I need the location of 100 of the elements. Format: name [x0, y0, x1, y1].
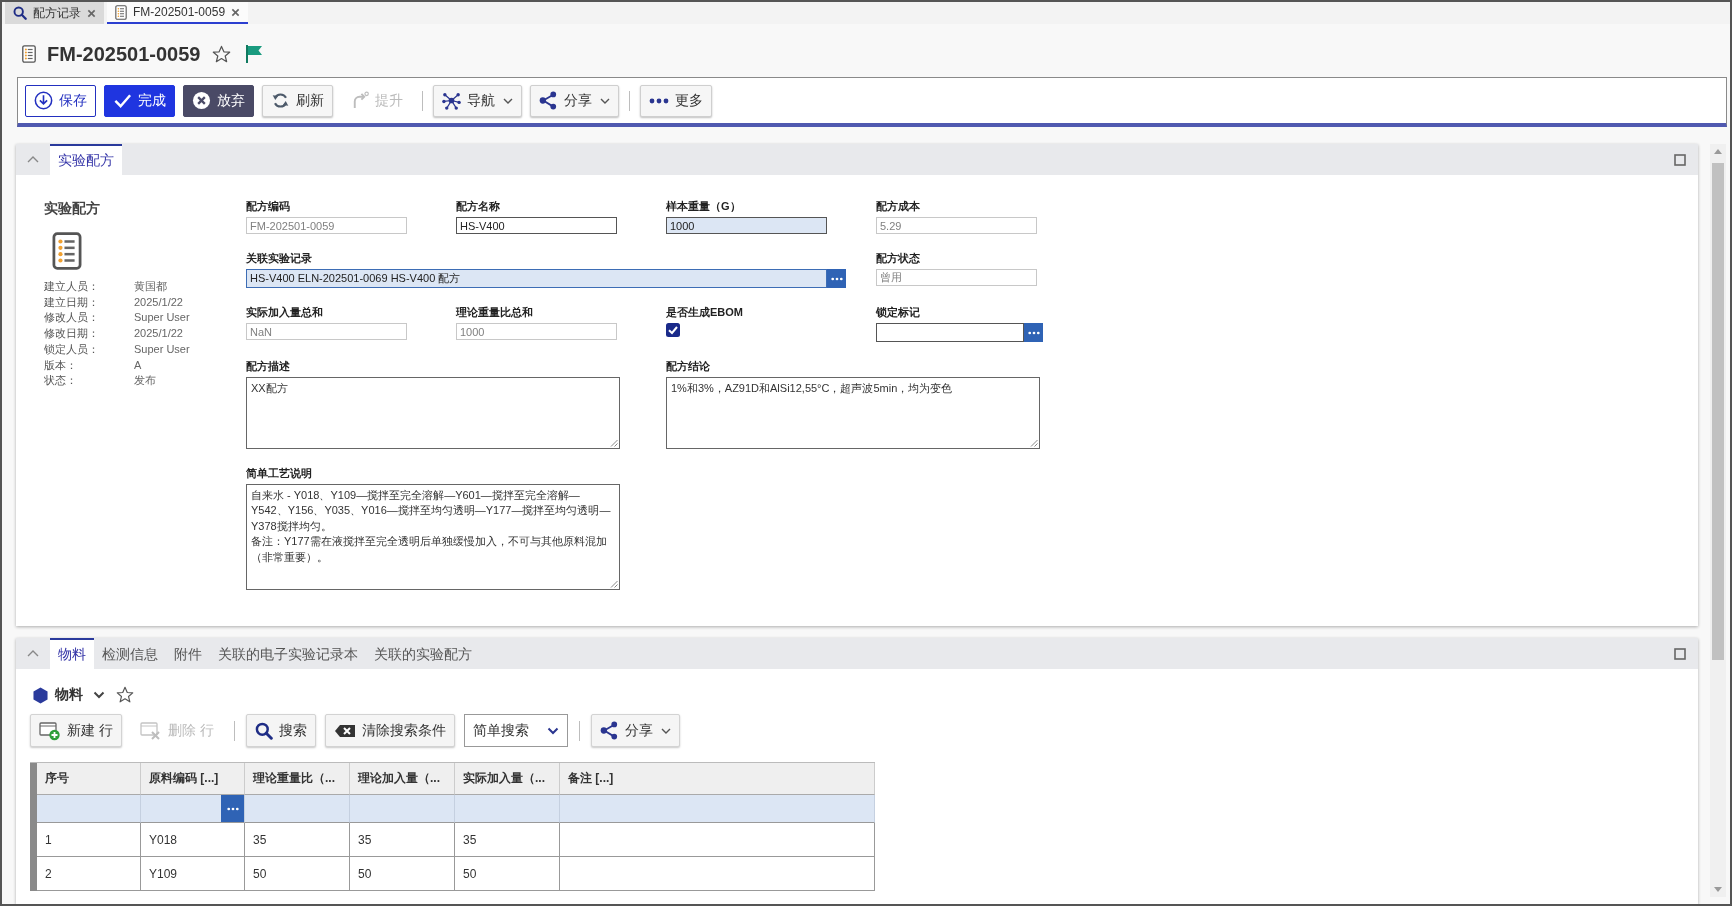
- table-cell: 50: [245, 857, 350, 892]
- textarea-field[interactable]: 1%和3%，AZ91D和AlSi12,55°C，超声波5min，均为变色: [666, 377, 1040, 449]
- lookup-button[interactable]: [221, 795, 244, 823]
- search-icon: [254, 721, 273, 740]
- column-header[interactable]: 备注 [...]: [560, 763, 875, 796]
- toolbar-button[interactable]: 分享: [530, 84, 619, 117]
- resize-grip-icon[interactable]: [609, 579, 618, 589]
- toolbar-button[interactable]: 更多: [640, 84, 712, 117]
- column-header[interactable]: 理论重量比（...: [245, 763, 350, 796]
- panel-tab[interactable]: 关联的实验配方: [366, 638, 480, 670]
- meta-label: 状态：: [44, 373, 78, 389]
- meta-label: 版本：: [44, 357, 78, 373]
- close-icon[interactable]: [231, 7, 241, 17]
- filter-field[interactable]: [350, 795, 455, 824]
- chevron-up-icon[interactable]: [27, 156, 39, 163]
- toolbar-button[interactable]: 刷新: [262, 84, 333, 117]
- lookup-button[interactable]: [827, 269, 846, 288]
- table-cell: Y109: [141, 857, 245, 892]
- chevron-up-icon[interactable]: [27, 650, 39, 658]
- ellipsis-icon: [830, 276, 843, 281]
- filter-field[interactable]: [560, 795, 875, 824]
- section-heading: 实验配方: [44, 199, 101, 217]
- field-label: 配方状态: [876, 251, 921, 265]
- field-label: 理论重量比总和: [456, 305, 534, 319]
- table-cell: 35: [245, 823, 350, 858]
- scrollbar[interactable]: [1710, 144, 1726, 897]
- checkbox[interactable]: [666, 323, 680, 337]
- clear-icon: [333, 723, 356, 738]
- meta-label: 锁定人员：: [44, 341, 100, 357]
- field-label: 实际加入量总和: [246, 305, 324, 319]
- star-icon[interactable]: [212, 44, 232, 64]
- toolbar-button[interactable]: 分享: [590, 714, 680, 748]
- input-field[interactable]: NaN: [246, 323, 407, 340]
- filter-field[interactable]: [245, 795, 350, 824]
- record-title: FM-202501-0059: [47, 42, 201, 66]
- lookup-field[interactable]: HS-V400 ELN-202501-0069 HS-V400 配方: [246, 269, 827, 288]
- star-icon[interactable]: [116, 686, 134, 705]
- panel-tab[interactable]: 物料: [50, 638, 94, 670]
- meta-value: 2025/1/22: [134, 294, 184, 310]
- resize-grip-icon[interactable]: [1029, 438, 1038, 447]
- input-field[interactable]: 5.29: [876, 217, 1037, 234]
- panel-tab[interactable]: 实验配方: [50, 144, 122, 175]
- scroll-up-icon[interactable]: [1714, 149, 1722, 154]
- input-field[interactable]: 1000: [666, 217, 827, 234]
- maximize-icon[interactable]: [1674, 647, 1686, 660]
- window-tab[interactable]: 配方记录: [5, 2, 104, 24]
- column-header[interactable]: 序号: [37, 763, 141, 796]
- input-field[interactable]: 曾用: [876, 269, 1037, 286]
- column-header[interactable]: 理论加入量（...: [350, 763, 455, 796]
- toolbar-button[interactable]: 完成: [104, 84, 175, 117]
- chevron-down-icon[interactable]: [93, 691, 105, 700]
- flag-icon[interactable]: [245, 44, 264, 64]
- filter-field[interactable]: [37, 795, 141, 824]
- field-label: 配方名称: [456, 199, 501, 213]
- lookup-field[interactable]: [876, 323, 1024, 342]
- toolbar-button[interactable]: 导航: [433, 84, 522, 117]
- toolbar-button[interactable]: 清除搜索条件: [324, 714, 455, 748]
- paragraph-text: 1%和3%，AZ91D和AlSi12,55°C，超声波5min，均为变色: [671, 381, 954, 396]
- filter-field[interactable]: [141, 795, 245, 824]
- scrollbar-thumb[interactable]: [1712, 163, 1724, 660]
- panel-tab[interactable]: 检测信息: [94, 638, 166, 670]
- column-header[interactable]: 实际加入量（...: [455, 763, 560, 796]
- toolbar-button[interactable]: 保存: [25, 84, 96, 117]
- lookup-button[interactable]: [1024, 323, 1043, 342]
- window-tab[interactable]: FM-202501-0059: [107, 2, 249, 24]
- meta-label: 建立日期：: [44, 294, 100, 310]
- input-field[interactable]: FM-202501-0059: [246, 217, 407, 234]
- network-icon: [442, 91, 461, 110]
- paragraph-text: 自来水 - Y018、Y109—搅拌至完全溶解—Y601—搅拌至完全溶解—Y542、Y156、Y035、Y016—搅拌至均匀透明—Y177—搅拌至均匀透明—Y378搅拌均匀。: [251, 488, 612, 534]
- delete-row-icon: [139, 720, 162, 741]
- search-icon: [13, 6, 27, 20]
- scroll-down-icon[interactable]: [1714, 887, 1722, 892]
- column-header[interactable]: 原料编码 [...]: [141, 763, 245, 796]
- list-title: 物料: [55, 686, 83, 705]
- resize-grip-icon[interactable]: [609, 438, 618, 447]
- table-cell: 1: [37, 823, 141, 858]
- input-field[interactable]: 1000: [456, 323, 617, 340]
- filter-field[interactable]: [455, 795, 560, 824]
- paragraph-text: XX配方: [251, 381, 289, 396]
- toolbar-button[interactable]: 新建 行: [30, 714, 122, 748]
- share-icon: [539, 91, 558, 110]
- meta-value: Super User: [134, 310, 190, 326]
- document-icon: [115, 4, 127, 20]
- dropdown-select[interactable]: 简单搜索: [463, 714, 568, 748]
- table-cell: Y018: [141, 823, 245, 858]
- textarea-field[interactable]: XX配方: [246, 377, 620, 449]
- panel-tab[interactable]: 附件: [166, 638, 210, 670]
- maximize-icon[interactable]: [1674, 153, 1686, 166]
- table-cell: 50: [350, 857, 455, 892]
- table-cell: 35: [455, 823, 560, 858]
- meta-label: 建立人员：: [44, 279, 100, 294]
- save-icon: [34, 91, 53, 110]
- toolbar-button[interactable]: 放弃: [183, 84, 254, 117]
- close-icon[interactable]: [87, 8, 96, 18]
- refresh-icon: [271, 91, 290, 110]
- panel-tab[interactable]: 关联的电子实验记录本: [210, 638, 366, 670]
- toolbar-button[interactable]: 搜索: [245, 714, 316, 748]
- input-field[interactable]: HS-V400: [456, 217, 617, 234]
- textarea-field[interactable]: 自来水 - Y018、Y109—搅拌至完全溶解—Y601—搅拌至完全溶解—Y542、Y156、Y035、Y016—搅拌至均匀透明—Y177—搅拌至均匀透明—Y378搅拌均匀。 备注：Y177需在液搅拌至完全透明后单独缓慢加入，不可与其他原料混加（非常重要）。: [246, 484, 620, 591]
- table-cell: 50: [455, 857, 560, 892]
